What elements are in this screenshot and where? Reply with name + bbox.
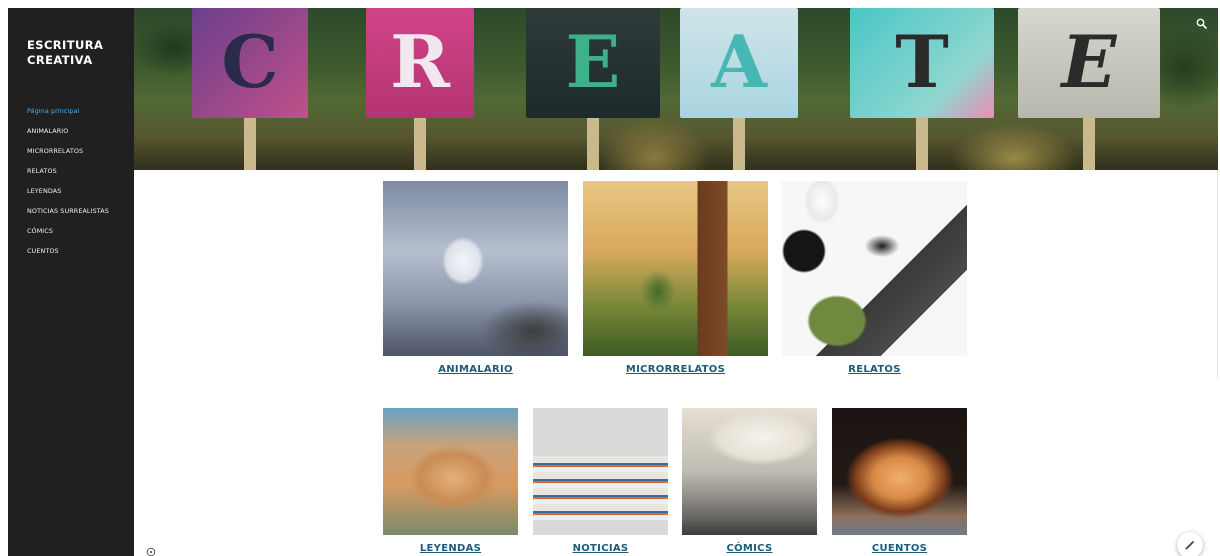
sign-pole (916, 118, 928, 170)
comics-link[interactable]: CÓMICS (682, 543, 817, 554)
content-divider (1217, 170, 1218, 378)
nav-item-noticias-surrealistas[interactable]: NOTICIAS SURREALISTAS (27, 201, 134, 221)
tile-leyendas[interactable]: LEYENDAS (383, 408, 518, 556)
banner-sign-r: R (366, 8, 474, 170)
tile-cuentos[interactable]: CUENTOS (832, 408, 967, 556)
banner-sign-e2: E (1018, 8, 1160, 170)
info-button[interactable] (146, 544, 156, 556)
tile-noticias[interactable]: NOTICIAS (533, 408, 668, 556)
cuentos-link[interactable]: CUENTOS (832, 543, 967, 554)
leyendas-link[interactable]: LEYENDAS (383, 543, 518, 554)
banner-sign-t: T (850, 8, 994, 170)
tile-animalario[interactable]: ANIMALARIO (383, 181, 568, 381)
microrrelatos-link[interactable]: MICRORRELATOS (583, 364, 768, 375)
search-icon (1196, 18, 1208, 30)
nav-item-cuentos[interactable]: CUENTOS (27, 241, 134, 261)
sidebar: ESCRITURA CREATIVA Página principal ANIM… (8, 8, 134, 556)
comics-image (682, 408, 817, 535)
banner-letter-t: T (895, 19, 949, 104)
noticias-image (533, 408, 668, 535)
banner-letter-e1: E (565, 19, 621, 104)
animalario-image (383, 181, 568, 356)
noticias-link[interactable]: NOTICIAS (533, 543, 668, 554)
nav-item-animalario[interactable]: ANIMALARIO (27, 121, 134, 141)
relatos-image (782, 181, 967, 356)
tile-microrrelatos[interactable]: MICRORRELATOS (583, 181, 768, 381)
tile-comics[interactable]: CÓMICS (682, 408, 817, 556)
relatos-link[interactable]: RELATOS (782, 364, 967, 375)
tile-relatos[interactable]: RELATOS (782, 181, 967, 381)
banner-letter-r: R (390, 19, 450, 104)
header-banner: C R E A T E (134, 8, 1218, 170)
animalario-link[interactable]: ANIMALARIO (383, 364, 568, 375)
search-button[interactable] (1194, 16, 1210, 32)
nav-item-microrrelatos[interactable]: MICRORRELATOS (27, 141, 134, 161)
sign-pole (1083, 118, 1095, 170)
pencil-icon (1185, 541, 1194, 550)
leyendas-image (383, 408, 518, 535)
edit-button[interactable] (1177, 532, 1203, 556)
microrrelatos-image (583, 181, 768, 356)
info-icon (146, 547, 156, 556)
page: ESCRITURA CREATIVA Página principal ANIM… (0, 0, 1220, 556)
site-title[interactable]: ESCRITURA CREATIVA (27, 38, 127, 68)
nav-item-pagina-principal[interactable]: Página principal (27, 101, 134, 121)
banner-letter-e2: E (1061, 19, 1117, 104)
sign-pole (414, 118, 426, 170)
sign-pole (733, 118, 745, 170)
nav-item-relatos[interactable]: RELATOS (27, 161, 134, 181)
sidebar-nav: Página principal ANIMALARIO MICRORRELATO… (27, 101, 134, 261)
sign-pole (587, 118, 599, 170)
nav-item-comics[interactable]: CÓMICS (27, 221, 134, 241)
banner-sign-e1: E (526, 8, 660, 170)
banner-sign-c: C (192, 8, 308, 170)
banner-letter-c: C (221, 19, 279, 104)
nav-item-leyendas[interactable]: LEYENDAS (27, 181, 134, 201)
banner-sign-a: A (680, 8, 798, 170)
sign-pole (244, 118, 256, 170)
banner-letter-a: A (711, 19, 767, 104)
cuentos-image (832, 408, 967, 535)
